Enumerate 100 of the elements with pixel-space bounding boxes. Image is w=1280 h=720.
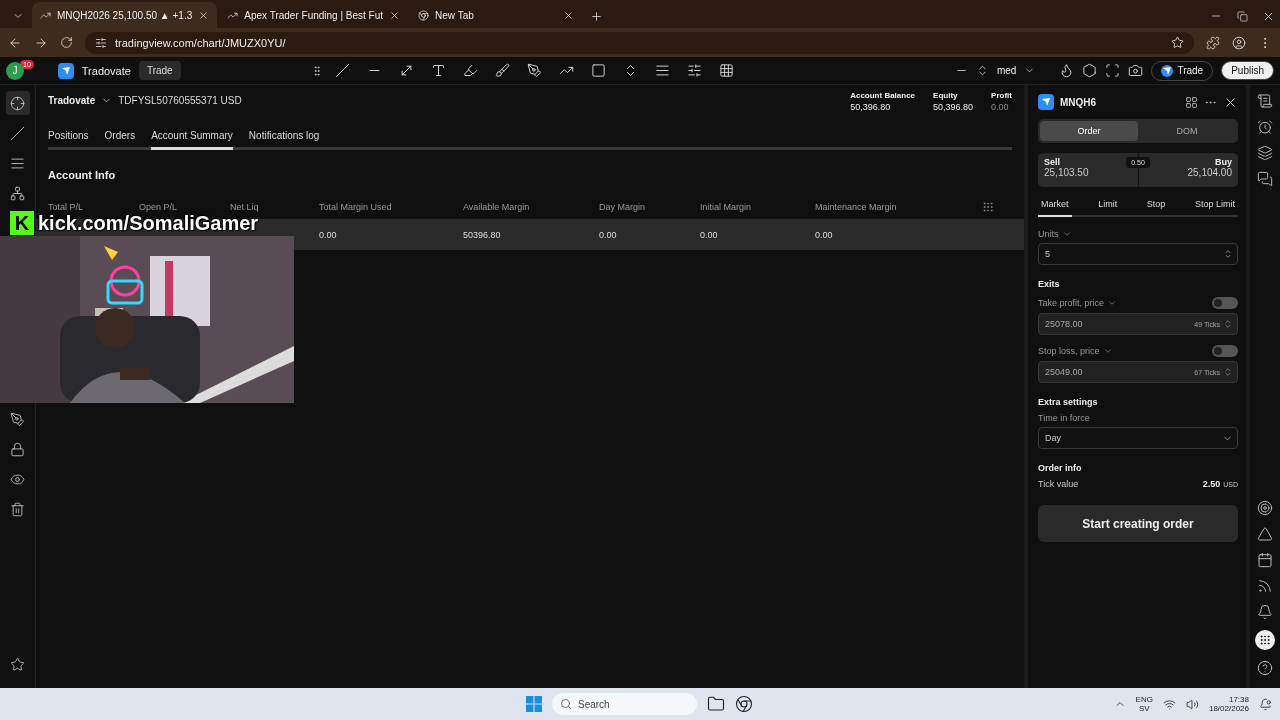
pattern-icon[interactable] (10, 185, 25, 201)
panel-tab[interactable]: Notifications log (248, 126, 320, 150)
profile-icon[interactable] (1232, 35, 1246, 50)
favorites-star-icon[interactable] (10, 656, 25, 672)
exit-toggle[interactable] (1212, 345, 1238, 357)
mode-tab[interactable]: Order (1040, 121, 1138, 141)
widgets-icon[interactable] (1185, 95, 1198, 109)
browser-tab[interactable]: Apex Trader Funding | Best Fut (219, 2, 409, 28)
target-icon[interactable] (1257, 500, 1273, 516)
extensions-icon[interactable] (1206, 35, 1220, 50)
exit-toggle[interactable] (1212, 297, 1238, 309)
back-icon[interactable] (8, 35, 22, 50)
reload-icon[interactable] (60, 36, 73, 49)
browser-tab[interactable]: New Tab (410, 2, 583, 28)
sell-price[interactable]: 25,103.50 (1044, 167, 1089, 178)
browser-tab[interactable]: MNQH2026 25,100.50 ▲ +1.3 (32, 2, 218, 28)
tick-value-label: Tick value (1038, 479, 1079, 489)
address-field[interactable]: tradingview.com/chart/JMUZX0YU/ (85, 31, 1194, 54)
volume-icon[interactable] (1185, 697, 1199, 711)
broker-name: Tradovate (81, 64, 131, 77)
line-tool-icon[interactable] (10, 125, 25, 141)
layers-icon[interactable] (1257, 145, 1273, 161)
panel-tab[interactable]: Positions (48, 126, 89, 150)
columns-icon[interactable] (982, 201, 994, 213)
clock-time[interactable]: 17:38 (1228, 695, 1249, 704)
close-icon[interactable] (198, 9, 210, 21)
panel-tab[interactable]: Orders (104, 126, 136, 150)
order-type-tab[interactable]: Stop (1143, 195, 1169, 217)
site-settings-icon[interactable] (95, 36, 107, 49)
highlighter-icon[interactable] (463, 63, 479, 78)
sell-label[interactable]: Sell (1044, 157, 1060, 167)
bookmark-star-icon[interactable] (1171, 36, 1184, 49)
lines-icon[interactable] (655, 63, 671, 78)
buy-label[interactable]: Buy (1215, 157, 1232, 167)
folder-icon[interactable] (707, 695, 725, 713)
notification-icon[interactable] (1259, 697, 1272, 711)
fib-lines-icon[interactable] (10, 155, 25, 171)
stepper-icon[interactable] (1223, 249, 1233, 259)
section-title: Extra settings (1038, 397, 1099, 407)
table-cell-text: 0.00 (700, 229, 719, 240)
tab-favicon-icon[interactable] (418, 9, 430, 21)
exit-label[interactable]: Stop loss, price (1038, 346, 1100, 356)
panel-tab[interactable]: Account Summary (151, 126, 233, 150)
forward-icon[interactable] (34, 35, 48, 50)
field-label: Time in force (1038, 413, 1090, 423)
account-broker[interactable]: Tradovate (48, 95, 96, 106)
publish-button[interactable]: Publish (1221, 61, 1274, 80)
browser-icon[interactable] (735, 695, 753, 713)
mode-tab[interactable]: DOM (1138, 121, 1236, 141)
clock-date[interactable]: 18/02/2026 (1208, 704, 1249, 713)
eye-icon[interactable] (10, 471, 25, 487)
screenshot-icon[interactable] (1128, 63, 1144, 78)
feed-icon[interactable] (1257, 578, 1273, 594)
bell-icon[interactable] (1257, 604, 1273, 620)
language-label[interactable]: ENG (1135, 695, 1153, 704)
rectangle-icon[interactable] (591, 63, 607, 78)
order-type-tab[interactable]: Stop Limit (1191, 195, 1238, 217)
account-id: TDFYSL50760555371 USD (118, 95, 242, 106)
brush-icon[interactable] (495, 63, 511, 78)
units-label[interactable]: Units (1038, 229, 1059, 239)
line-icon[interactable] (335, 63, 351, 78)
crosshair-icon[interactable] (10, 95, 25, 111)
trash-icon[interactable] (10, 501, 25, 517)
fullscreen-icon[interactable] (1105, 63, 1121, 78)
order-type-tab[interactable]: Limit (1095, 195, 1121, 217)
layout-name[interactable]: med (996, 65, 1017, 76)
network-icon[interactable] (1162, 697, 1176, 711)
triangle-icon[interactable] (1257, 526, 1273, 542)
exit-label[interactable]: Take profit, price (1038, 298, 1105, 308)
order-type-tab[interactable]: Market (1038, 195, 1072, 217)
stat-label: Account Balance (850, 91, 916, 100)
grid-icon[interactable] (719, 63, 735, 78)
tick-value: 2.50 (1202, 479, 1221, 489)
text-icon[interactable] (431, 63, 447, 78)
start-order-button[interactable]: Start creating order (1038, 505, 1238, 542)
alarm-icon[interactable] (1257, 119, 1273, 135)
sliders-icon[interactable] (687, 63, 703, 78)
help-icon[interactable] (1257, 660, 1273, 676)
section-title: Account Info (48, 169, 117, 181)
buy-price[interactable]: 25,104.00 (1187, 167, 1232, 178)
apps-grid-icon[interactable] (1255, 630, 1275, 650)
calendar-icon[interactable] (1257, 552, 1273, 568)
time-in-force-select[interactable]: Day (1038, 427, 1238, 449)
lock-icon[interactable] (10, 441, 25, 457)
pen-icon[interactable] (527, 63, 543, 78)
watchlist-icon[interactable] (1257, 93, 1273, 109)
keyboard-layout-label[interactable]: SV (1138, 704, 1150, 713)
user-avatar[interactable]: J (6, 61, 24, 80)
units-field[interactable]: 5 (1038, 243, 1238, 265)
trade-button[interactable]: Trade (1151, 60, 1214, 81)
search-icon[interactable] (560, 698, 572, 710)
new-tab-icon[interactable] (589, 9, 603, 23)
brush-tool-icon[interactable] (10, 411, 25, 427)
taskbar-search-field[interactable]: Search (552, 693, 697, 715)
ray-icon[interactable] (399, 63, 415, 78)
trade-button[interactable]: Trade (138, 61, 181, 80)
close-icon[interactable] (563, 9, 575, 21)
chat-icon[interactable] (1257, 171, 1273, 187)
restore-icon[interactable] (1236, 10, 1248, 22)
close-icon[interactable] (389, 9, 401, 21)
